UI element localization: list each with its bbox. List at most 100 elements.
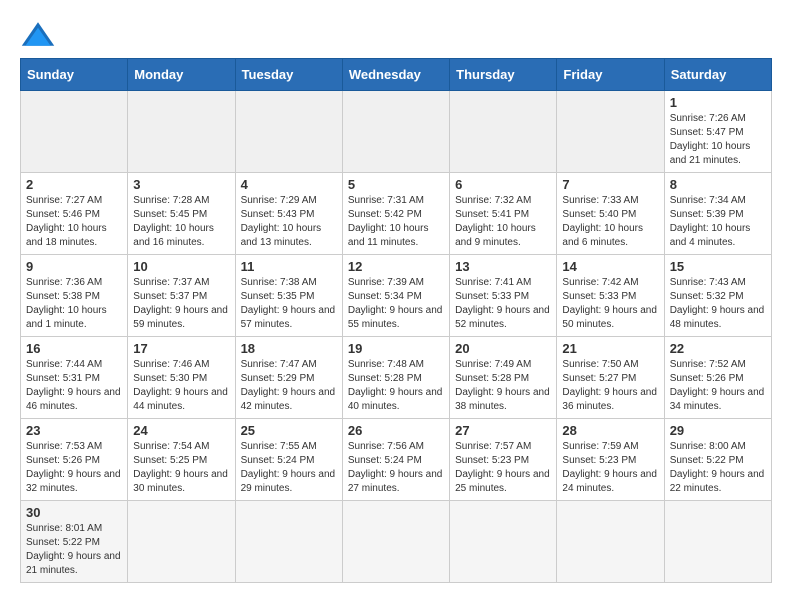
day-cell: 23Sunrise: 7:53 AM Sunset: 5:26 PM Dayli…	[21, 419, 128, 501]
week-row-5: 23Sunrise: 7:53 AM Sunset: 5:26 PM Dayli…	[21, 419, 772, 501]
day-number: 8	[670, 177, 766, 192]
day-info: Sunrise: 7:47 AM Sunset: 5:29 PM Dayligh…	[241, 358, 337, 414]
day-info: Sunrise: 7:59 AM Sunset: 5:23 PM Dayligh…	[562, 440, 658, 496]
week-row-6: 30Sunrise: 8:01 AM Sunset: 5:22 PM Dayli…	[21, 501, 772, 583]
header-day-friday: Friday	[557, 59, 664, 91]
day-info: Sunrise: 7:28 AM Sunset: 5:45 PM Dayligh…	[133, 194, 229, 250]
day-cell: 21 Sunrise: 7:50 AM Sunset: 5:27 PM Dayli…	[557, 337, 664, 419]
day-info: Sunrise: 7:31 AM Sunset: 5:42 PM Dayligh…	[348, 194, 444, 250]
day-cell: 9Sunrise: 7:36 AM Sunset: 5:38 PM Daylig…	[21, 255, 128, 337]
day-number: 14	[562, 259, 658, 274]
day-cell	[342, 501, 449, 583]
day-number: 24	[133, 423, 229, 438]
day-cell	[342, 91, 449, 173]
day-number: 15	[670, 259, 766, 274]
day-info: Sunrise: 8:00 AM Sunset: 5:22 PM Dayligh…	[670, 440, 766, 496]
day-number: 7	[562, 177, 658, 192]
day-info: Sunrise: 7:26 AM Sunset: 5:47 PM Dayligh…	[670, 112, 766, 168]
day-number: 10	[133, 259, 229, 274]
day-info: Sunrise: 7:37 AM Sunset: 5:37 PM Dayligh…	[133, 276, 229, 332]
header-day-saturday: Saturday	[664, 59, 771, 91]
day-info: Sunrise: 7:56 AM Sunset: 5:24 PM Dayligh…	[348, 440, 444, 496]
day-number: 17	[133, 341, 229, 356]
calendar-body: 1 Sunrise: 7:26 AM Sunset: 5:47 PM Daylig…	[21, 91, 772, 583]
day-info: Sunrise: 7:27 AM Sunset: 5:46 PM Dayligh…	[26, 194, 122, 250]
day-cell: 20Sunrise: 7:49 AM Sunset: 5:28 PM Dayli…	[450, 337, 557, 419]
calendar-header: SundayMondayTuesdayWednesdayThursdayFrid…	[21, 59, 772, 91]
day-number: 4	[241, 177, 337, 192]
week-row-1: 1 Sunrise: 7:26 AM Sunset: 5:47 PM Daylig…	[21, 91, 772, 173]
day-number: 30	[26, 505, 122, 520]
day-number: 22	[670, 341, 766, 356]
day-info: Sunrise: 7:48 AM Sunset: 5:28 PM Dayligh…	[348, 358, 444, 414]
day-cell: 13 Sunrise: 7:41 AM Sunset: 5:33 PM Dayli…	[450, 255, 557, 337]
day-number: 27	[455, 423, 551, 438]
day-cell: 8Sunrise: 7:34 AM Sunset: 5:39 PM Daylig…	[664, 173, 771, 255]
day-info: Sunrise: 7:46 AM Sunset: 5:30 PM Dayligh…	[133, 358, 229, 414]
day-info: Sunrise: 7:33 AM Sunset: 5:40 PM Dayligh…	[562, 194, 658, 250]
day-cell: 28 Sunrise: 7:59 AM Sunset: 5:23 PM Dayli…	[557, 419, 664, 501]
day-cell: 3 Sunrise: 7:28 AM Sunset: 5:45 PM Daylig…	[128, 173, 235, 255]
day-cell	[557, 91, 664, 173]
day-cell: 19Sunrise: 7:48 AM Sunset: 5:28 PM Dayli…	[342, 337, 449, 419]
day-number: 28	[562, 423, 658, 438]
day-number: 2	[26, 177, 122, 192]
logo-icon	[20, 20, 56, 48]
day-number: 16	[26, 341, 122, 356]
day-cell: 12 Sunrise: 7:39 AM Sunset: 5:34 PM Dayli…	[342, 255, 449, 337]
day-info: Sunrise: 7:29 AM Sunset: 5:43 PM Dayligh…	[241, 194, 337, 250]
day-number: 1	[670, 95, 766, 110]
day-info: Sunrise: 7:41 AM Sunset: 5:33 PM Dayligh…	[455, 276, 551, 332]
day-cell: 15 Sunrise: 7:43 AM Sunset: 5:32 PM Dayli…	[664, 255, 771, 337]
day-cell	[128, 91, 235, 173]
week-row-3: 9Sunrise: 7:36 AM Sunset: 5:38 PM Daylig…	[21, 255, 772, 337]
header-day-monday: Monday	[128, 59, 235, 91]
day-cell	[664, 501, 771, 583]
day-info: Sunrise: 7:54 AM Sunset: 5:25 PM Dayligh…	[133, 440, 229, 496]
day-cell: 2 Sunrise: 7:27 AM Sunset: 5:46 PM Daylig…	[21, 173, 128, 255]
day-cell: 18 Sunrise: 7:47 AM Sunset: 5:29 PM Dayli…	[235, 337, 342, 419]
day-cell: 5Sunrise: 7:31 AM Sunset: 5:42 PM Daylig…	[342, 173, 449, 255]
week-row-4: 16Sunrise: 7:44 AM Sunset: 5:31 PM Dayli…	[21, 337, 772, 419]
header-day-thursday: Thursday	[450, 59, 557, 91]
day-cell	[21, 91, 128, 173]
day-number: 25	[241, 423, 337, 438]
day-info: Sunrise: 7:39 AM Sunset: 5:34 PM Dayligh…	[348, 276, 444, 332]
day-number: 21	[562, 341, 658, 356]
day-number: 13	[455, 259, 551, 274]
day-cell	[128, 501, 235, 583]
logo	[20, 20, 60, 48]
day-cell: 10 Sunrise: 7:37 AM Sunset: 5:37 PM Dayli…	[128, 255, 235, 337]
day-info: Sunrise: 7:43 AM Sunset: 5:32 PM Dayligh…	[670, 276, 766, 332]
day-cell: 17 Sunrise: 7:46 AM Sunset: 5:30 PM Dayli…	[128, 337, 235, 419]
week-row-2: 2 Sunrise: 7:27 AM Sunset: 5:46 PM Daylig…	[21, 173, 772, 255]
header-day-tuesday: Tuesday	[235, 59, 342, 91]
day-number: 18	[241, 341, 337, 356]
day-cell	[235, 501, 342, 583]
day-cell: 7 Sunrise: 7:33 AM Sunset: 5:40 PM Daylig…	[557, 173, 664, 255]
day-cell: 1 Sunrise: 7:26 AM Sunset: 5:47 PM Daylig…	[664, 91, 771, 173]
day-info: Sunrise: 7:38 AM Sunset: 5:35 PM Dayligh…	[241, 276, 337, 332]
day-cell	[557, 501, 664, 583]
day-number: 12	[348, 259, 444, 274]
day-number: 9	[26, 259, 122, 274]
day-info: Sunrise: 7:50 AM Sunset: 5:27 PM Dayligh…	[562, 358, 658, 414]
day-cell: 16Sunrise: 7:44 AM Sunset: 5:31 PM Dayli…	[21, 337, 128, 419]
day-info: Sunrise: 7:57 AM Sunset: 5:23 PM Dayligh…	[455, 440, 551, 496]
day-info: Sunrise: 7:53 AM Sunset: 5:26 PM Dayligh…	[26, 440, 122, 496]
day-info: Sunrise: 7:42 AM Sunset: 5:33 PM Dayligh…	[562, 276, 658, 332]
day-cell: 30Sunrise: 8:01 AM Sunset: 5:22 PM Dayli…	[21, 501, 128, 583]
day-cell: 14 Sunrise: 7:42 AM Sunset: 5:33 PM Dayli…	[557, 255, 664, 337]
day-number: 3	[133, 177, 229, 192]
day-number: 11	[241, 259, 337, 274]
day-cell: 22Sunrise: 7:52 AM Sunset: 5:26 PM Dayli…	[664, 337, 771, 419]
day-cell	[235, 91, 342, 173]
day-cell	[450, 91, 557, 173]
day-cell: 27 Sunrise: 7:57 AM Sunset: 5:23 PM Dayli…	[450, 419, 557, 501]
day-info: Sunrise: 7:49 AM Sunset: 5:28 PM Dayligh…	[455, 358, 551, 414]
header-day-wednesday: Wednesday	[342, 59, 449, 91]
day-cell: 6Sunrise: 7:32 AM Sunset: 5:41 PM Daylig…	[450, 173, 557, 255]
header-day-sunday: Sunday	[21, 59, 128, 91]
day-cell: 11 Sunrise: 7:38 AM Sunset: 5:35 PM Dayli…	[235, 255, 342, 337]
day-cell: 26Sunrise: 7:56 AM Sunset: 5:24 PM Dayli…	[342, 419, 449, 501]
